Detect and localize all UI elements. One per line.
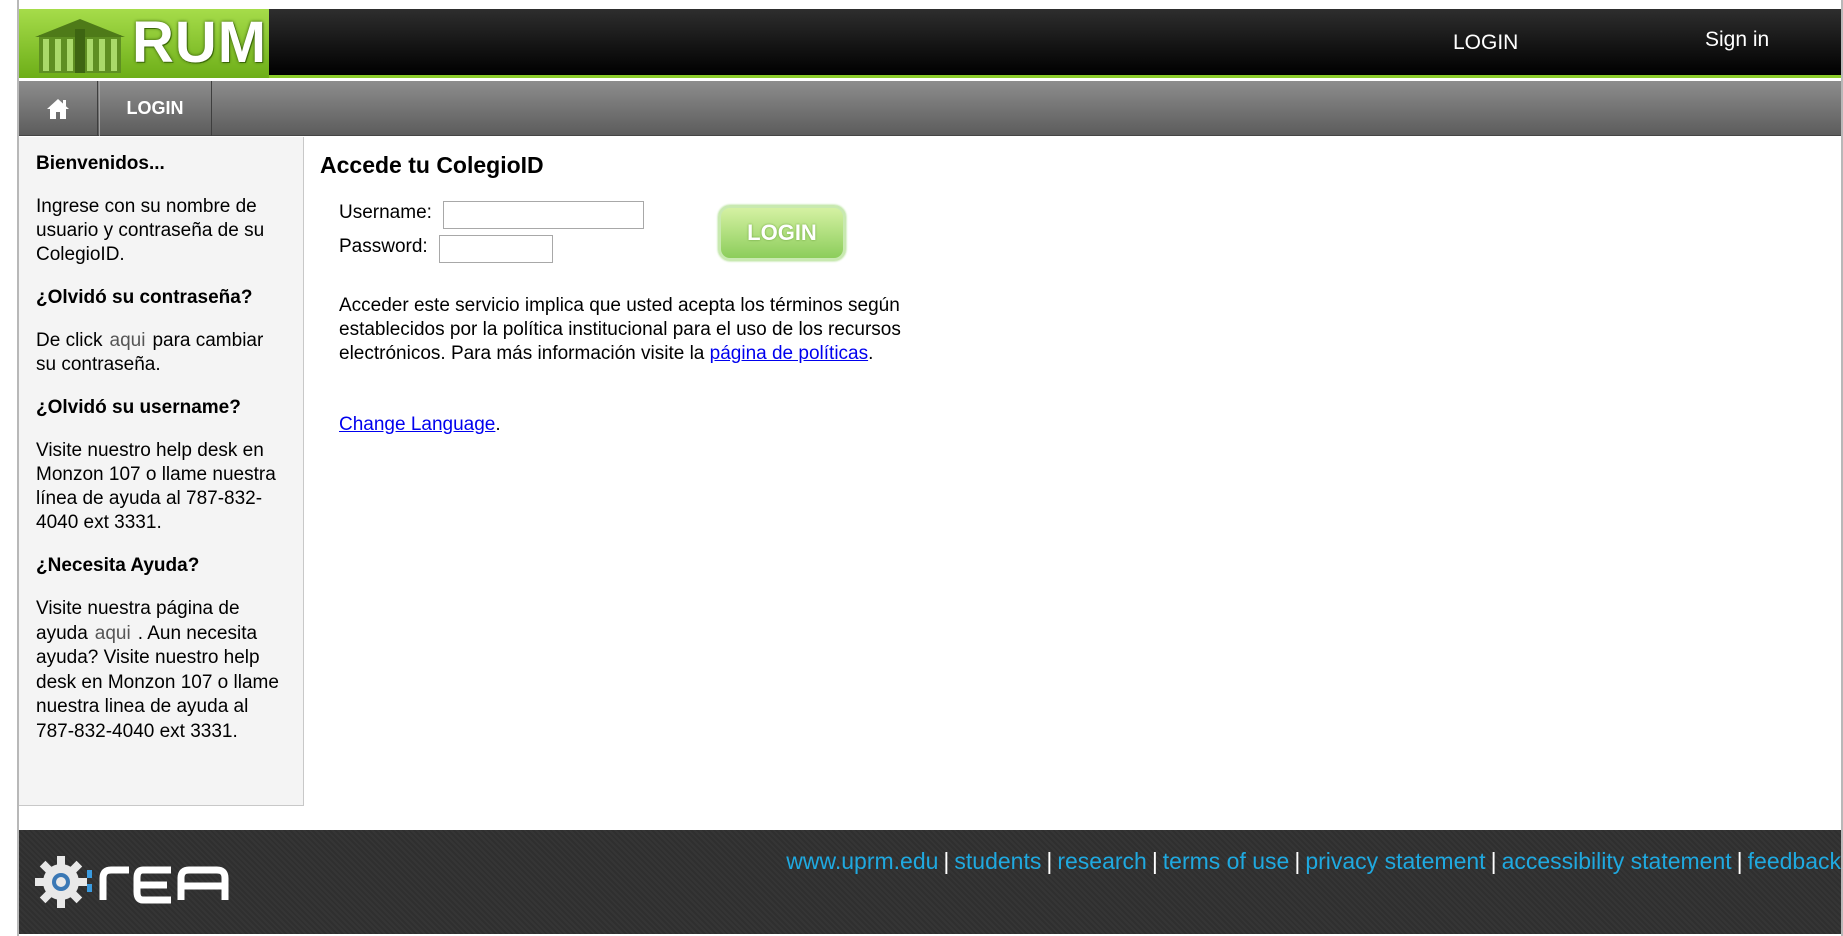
forgot-username-text: Visite nuestro help desk en Monzon 107 o… — [36, 440, 276, 533]
footer-link-accessibility[interactable]: accessibility statement — [1502, 848, 1732, 874]
footer-link-terms[interactable]: terms of use — [1163, 848, 1290, 874]
change-language-link[interactable]: Change Language — [339, 414, 495, 435]
terms-end: . — [868, 343, 874, 364]
logo-text: RUM — [132, 10, 268, 75]
footer-links: www.uprm.edu | students | research | terms of … — [786, 848, 1841, 875]
help-link[interactable]: aqui — [88, 623, 138, 644]
footer-separator: | — [1490, 848, 1497, 874]
footer-separator: | — [1294, 848, 1301, 874]
building-icon — [35, 19, 125, 73]
footer-link-feedback[interactable]: feedback — [1748, 848, 1841, 874]
page-top-margin — [17, 0, 1843, 9]
footer-link-privacy[interactable]: privacy statement — [1305, 848, 1485, 874]
rum-logo[interactable]: RUM — [19, 9, 269, 78]
header-bar: RUM LOGIN Sign in — [19, 9, 1841, 78]
footer-link-uprm[interactable]: www.uprm.edu — [786, 848, 938, 874]
footer-separator: | — [1736, 848, 1743, 874]
forgot-password-pre: De click — [36, 330, 103, 351]
page-title: Accede tu ColegioID — [320, 152, 544, 178]
gear-icon — [35, 856, 92, 908]
footer-link-research[interactable]: research — [1057, 848, 1146, 874]
login-panel: Accede tu ColegioID Username: Password: … — [320, 152, 940, 435]
change-language: Change Language. — [339, 414, 501, 436]
footer-separator: | — [1046, 848, 1053, 874]
username-label: Username: — [339, 202, 432, 223]
forgot-username-title: ¿Olvidó su username? — [36, 397, 241, 418]
nav-bar: LOGIN — [19, 81, 1841, 136]
footer-link-students[interactable]: students — [954, 848, 1041, 874]
password-label: Password: — [339, 236, 428, 257]
forgot-password-title: ¿Olvidó su contraseña? — [36, 287, 253, 308]
nav-home-button[interactable] — [19, 81, 98, 136]
change-language-end: . — [495, 414, 501, 435]
nav-tab-login[interactable]: LOGIN — [99, 81, 212, 136]
login-button[interactable]: LOGIN — [718, 205, 846, 261]
password-input[interactable] — [439, 235, 553, 263]
policies-link[interactable]: página de políticas — [710, 343, 868, 364]
help-title: ¿Necesita Ayuda? — [36, 555, 200, 576]
sidebar: Bienvenidos... Ingrese con su nombre de … — [19, 137, 304, 806]
welcome-text: Ingrese con su nombre de usuario y contr… — [36, 196, 265, 265]
terms-text: Acceder este servicio implica que usted … — [339, 294, 939, 366]
header-login-link[interactable]: LOGIN — [1453, 31, 1518, 55]
forgot-password-text: De click aqui para cambiar su contraseña. — [36, 329, 287, 377]
footer-separator: | — [1151, 848, 1158, 874]
forgot-password-link[interactable]: aqui — [103, 330, 153, 351]
footer-separator: | — [943, 848, 950, 874]
help-text: Visite nuestra página de ayuda aqui. Aun … — [36, 597, 287, 744]
home-icon — [47, 98, 69, 119]
welcome-title: Bienvenidos... — [36, 153, 165, 174]
header-signin-link[interactable]: Sign in — [1705, 28, 1769, 52]
footer: www.uprm.edu | students | research | terms of … — [19, 830, 1841, 934]
rea-logo — [35, 856, 229, 908]
username-input[interactable] — [443, 201, 644, 229]
